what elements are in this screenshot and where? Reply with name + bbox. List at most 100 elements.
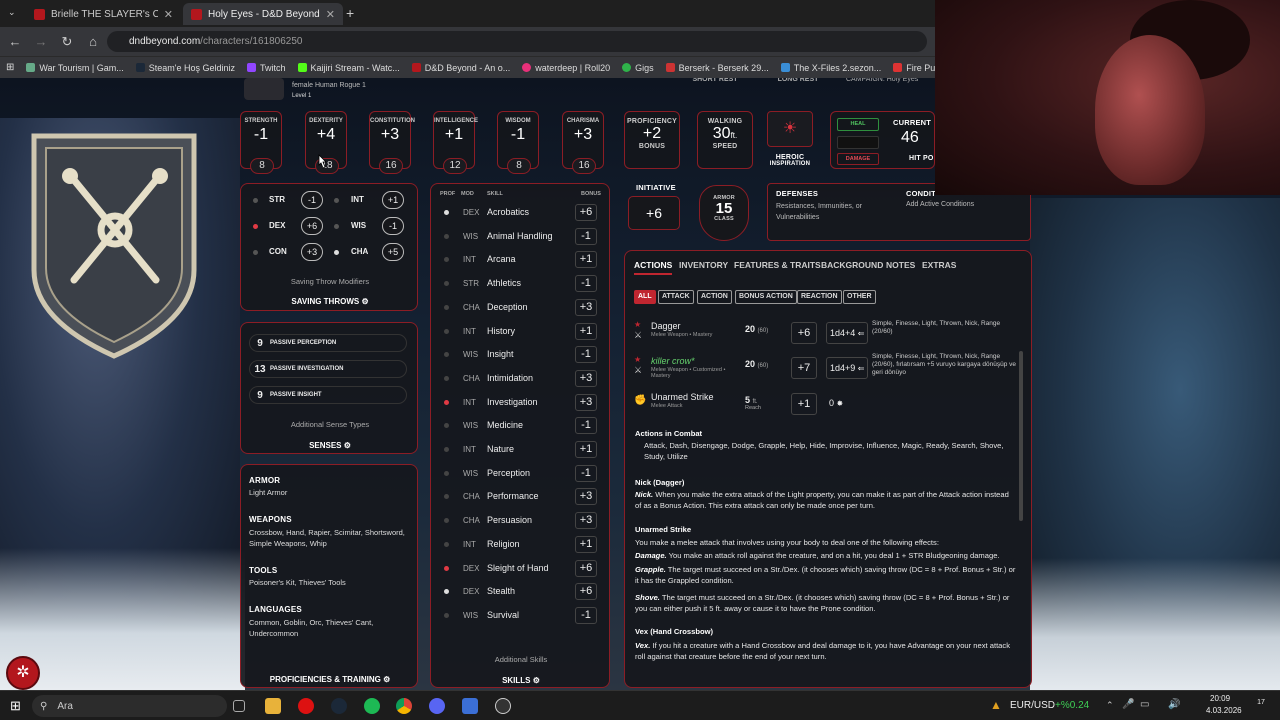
chrome-icon[interactable]: [396, 698, 412, 714]
ability-charisma[interactable]: CHARISMA +3 16: [562, 111, 604, 174]
save-con-value[interactable]: +3: [301, 243, 323, 261]
new-tab-icon[interactable]: +: [346, 5, 354, 21]
bookmark[interactable]: Berserk - Berserk 29...: [665, 63, 769, 73]
attack-hit-button[interactable]: +7: [791, 357, 817, 379]
damage-button[interactable]: DAMAGE: [837, 153, 879, 165]
skill-bonus[interactable]: -1: [575, 227, 597, 245]
skill-row[interactable]: INT History +1: [431, 321, 611, 344]
saving-throw-modifiers[interactable]: Saving Throw Modifiers: [241, 277, 419, 286]
windows-start-icon[interactable]: ⊞: [10, 698, 21, 714]
initiative-value[interactable]: +6: [628, 196, 680, 230]
favorite-star-icon[interactable]: ★: [634, 355, 641, 364]
tab-actions[interactable]: ACTIONS: [634, 260, 673, 275]
hp-amount-input[interactable]: [837, 136, 879, 149]
save-dex-value[interactable]: +6: [301, 217, 323, 235]
skill-bonus[interactable]: +3: [575, 298, 597, 316]
url-input[interactable]: dndbeyond.com/characters/161806250: [107, 31, 927, 52]
skill-bonus[interactable]: +6: [575, 204, 597, 221]
skill-bonus[interactable]: -1: [575, 464, 597, 482]
opera-icon[interactable]: [298, 698, 314, 714]
attack-damage-button[interactable]: 1d4+9 ⇐: [826, 357, 868, 379]
current-hp-value[interactable]: 46: [901, 129, 919, 147]
bookmark[interactable]: Twitch: [247, 63, 286, 73]
filter-action[interactable]: ACTION: [697, 290, 732, 304]
ability-constitution[interactable]: CONSTITUTION +3 16: [369, 111, 415, 174]
home-icon[interactable]: ⌂: [82, 34, 104, 49]
skill-row[interactable]: DEX Acrobatics +6: [431, 202, 611, 225]
skill-row[interactable]: INT Religion +1: [431, 534, 611, 557]
skill-bonus[interactable]: +1: [575, 251, 597, 269]
tab-list-chevron-icon[interactable]: ⌄: [8, 7, 16, 18]
volume-icon[interactable]: 🔊: [1168, 699, 1180, 710]
bookmark[interactable]: Steam'e Hoş Geldiniz: [135, 63, 235, 73]
attack-hit-button[interactable]: +6: [791, 322, 817, 344]
attack-damage-button[interactable]: 0 ✸: [826, 393, 854, 415]
skill-row[interactable]: CHA Performance +3: [431, 486, 611, 509]
network-icon[interactable]: ▭: [1140, 699, 1149, 710]
ticker-symbol[interactable]: EUR/USD: [1010, 700, 1055, 711]
attack-row-killer-crow[interactable]: ★ ⚔ killer crow* Melee Weapon • Customiz…: [633, 353, 1016, 385]
filter-attack[interactable]: ATTACK: [658, 290, 694, 304]
additional-sense-types[interactable]: Additional Sense Types: [241, 420, 419, 429]
passive-insight[interactable]: 9 PASSIVE INSIGHT: [249, 386, 407, 404]
skill-row[interactable]: CHA Intimidation +3: [431, 368, 611, 391]
bookmark[interactable]: Fire Punch - Bölüm...: [893, 63, 935, 73]
save-wis-value[interactable]: -1: [382, 217, 404, 235]
skill-bonus[interactable]: +6: [575, 583, 597, 601]
ability-wisdom[interactable]: WISDOM -1 8: [497, 111, 539, 174]
actions-scrollbar[interactable]: [1019, 351, 1023, 521]
skill-row[interactable]: CHA Deception +3: [431, 297, 611, 320]
bookmark[interactable]: Kaijiri Stream - Watc...: [297, 63, 400, 73]
skill-bonus[interactable]: -1: [575, 275, 597, 293]
heal-button[interactable]: HEAL: [837, 118, 879, 131]
skill-row[interactable]: INT Nature +1: [431, 439, 611, 462]
skill-bonus[interactable]: -1: [575, 346, 597, 364]
save-str-value[interactable]: -1: [301, 191, 323, 209]
back-icon[interactable]: ←: [4, 34, 26, 49]
dice-roller-button[interactable]: ✲: [6, 656, 40, 690]
skill-row[interactable]: CHA Persuasion +3: [431, 510, 611, 533]
skill-row[interactable]: WIS Medicine -1: [431, 415, 611, 438]
save-int-value[interactable]: +1: [382, 191, 404, 209]
skill-bonus[interactable]: +1: [575, 322, 597, 340]
skill-row[interactable]: WIS Survival -1: [431, 605, 611, 628]
skill-bonus[interactable]: +3: [575, 393, 597, 411]
passive-investigation[interactable]: 13 PASSIVE INVESTIGATION: [249, 360, 407, 378]
bookmark[interactable]: Gigs: [622, 63, 654, 73]
skill-bonus[interactable]: +1: [575, 441, 597, 458]
task-view-icon[interactable]: [233, 700, 245, 712]
campaign-link[interactable]: CAMPAIGN: Holy Eyes: [846, 78, 918, 83]
long-rest-button[interactable]: LONG REST: [760, 78, 836, 86]
skill-row[interactable]: INT Investigation +3: [431, 392, 611, 415]
heroic-inspiration-toggle[interactable]: ☀: [767, 111, 813, 147]
save-cha-value[interactable]: +5: [382, 243, 404, 261]
tab-notes[interactable]: NOTES: [886, 260, 915, 270]
gear-icon[interactable]: ⚙: [533, 676, 540, 685]
attack-damage-button[interactable]: 1d4+4 ⇐: [826, 322, 868, 344]
tab-features-traits[interactable]: FEATURES & TRAITS: [734, 260, 821, 270]
skill-row[interactable]: DEX Sleight of Hand +6: [431, 558, 611, 581]
app-icon[interactable]: [462, 698, 478, 714]
gear-icon[interactable]: ⚙: [344, 441, 351, 450]
gear-icon[interactable]: ⚙: [361, 297, 368, 306]
skill-row[interactable]: WIS Animal Handling -1: [431, 226, 611, 249]
filter-other[interactable]: OTHER: [843, 290, 876, 304]
bookmark[interactable]: D&D Beyond - An o...: [411, 63, 510, 73]
reload-icon[interactable]: ↻: [56, 34, 78, 50]
tab-background[interactable]: BACKGROUND: [821, 260, 883, 270]
attack-row-unarmed[interactable]: ✊ Unarmed Strike Melee Attack 5 ft. Reach…: [633, 391, 1013, 421]
skill-row[interactable]: WIS Perception -1: [431, 463, 611, 486]
forward-icon[interactable]: →: [30, 34, 52, 49]
tab-inventory[interactable]: INVENTORY: [679, 260, 728, 270]
filter-reaction[interactable]: REACTION: [797, 290, 842, 304]
passive-perception[interactable]: 9 PASSIVE PERCEPTION: [249, 334, 407, 352]
skill-bonus[interactable]: +3: [575, 369, 597, 387]
attack-row-dagger[interactable]: ★ ⚔ Dagger Melee Weapon • Mastery 20 (60…: [633, 320, 1013, 350]
skill-bonus[interactable]: -1: [575, 606, 597, 624]
bookmark[interactable]: War Tourism | Gam...: [26, 63, 124, 73]
tab-holy-eyes[interactable]: Holy Eyes - D&D Beyond ✕: [183, 3, 343, 25]
skill-bonus[interactable]: +1: [575, 535, 597, 553]
skill-bonus[interactable]: -1: [575, 417, 597, 435]
skill-bonus[interactable]: +6: [575, 559, 597, 577]
discord-icon[interactable]: [429, 698, 445, 714]
